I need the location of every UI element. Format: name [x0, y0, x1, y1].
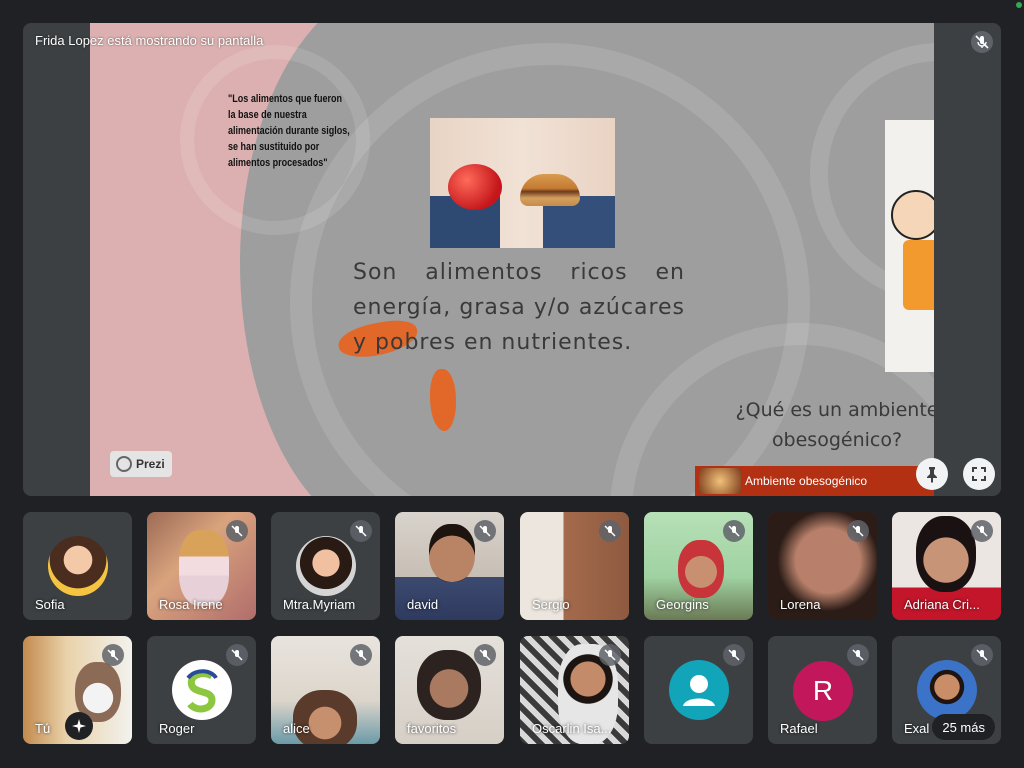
apple-vs-burger-photo — [430, 118, 615, 248]
mic-off-icon — [226, 520, 248, 542]
mic-off-icon — [847, 520, 869, 542]
participant-name: Rafael — [780, 721, 818, 736]
mic-off-icon — [599, 520, 621, 542]
avatar — [48, 536, 108, 596]
mic-off-icon — [599, 644, 621, 666]
participant-name: Rosa Irene — [159, 597, 223, 612]
letter-avatar: R — [793, 661, 853, 721]
participant-tile[interactable]: Lorena — [768, 512, 877, 620]
burger-image — [520, 174, 580, 206]
default-avatar-icon — [669, 660, 729, 720]
participant-name: Lorena — [780, 597, 821, 612]
participant-tile[interactable]: Mtra.Myriam — [271, 512, 380, 620]
participant-name: Exal — [904, 721, 930, 736]
slide-quote: "Los alimentos que fueron la base de nue… — [228, 93, 350, 169]
more-participants-tile[interactable]: Exal 25 más — [892, 636, 1001, 744]
prezi-logo-icon — [116, 456, 132, 472]
status-dot — [1016, 2, 1022, 8]
participant-tile[interactable]: Sofia — [23, 512, 132, 620]
participant-name: favoritos — [407, 721, 457, 736]
cartoon-image — [885, 120, 934, 372]
mic-off-icon — [350, 644, 372, 666]
participant-tile[interactable]: Adriana Cri... — [892, 512, 1001, 620]
mic-off-icon — [474, 520, 496, 542]
apple-image — [448, 164, 502, 210]
sparkle-icon — [72, 719, 86, 733]
participant-tile[interactable]: Roger — [147, 636, 256, 744]
avatar — [296, 536, 356, 596]
roger-logo-icon — [186, 669, 218, 713]
mic-off-icon — [474, 644, 496, 666]
slide-question: ¿Qué es un ambiente obesogénico? — [735, 399, 934, 451]
participant-tile[interactable] — [644, 636, 753, 744]
participant-name: Oscarlin Isa... — [532, 721, 612, 736]
fullscreen-button[interactable] — [963, 458, 995, 490]
participant-name: alice — [283, 721, 310, 736]
video-caption: Ambiente obesogénico — [745, 474, 868, 488]
pin-button[interactable] — [916, 458, 948, 490]
participant-tile[interactable]: R Rafael — [768, 636, 877, 744]
mic-off-icon — [723, 520, 745, 542]
prezi-badge[interactable]: Prezi — [110, 451, 172, 477]
mic-off-icon — [723, 644, 745, 666]
mic-off-icon — [971, 644, 993, 666]
screen-share-stage[interactable]: Frida Lopez está mostrando su pantalla "… — [23, 23, 1001, 496]
mic-off-icon — [971, 520, 993, 542]
avatar — [917, 660, 977, 720]
more-participants-button[interactable]: 25 más — [932, 714, 995, 740]
participant-name: Tú — [35, 721, 51, 736]
avatar — [172, 660, 232, 720]
pin-icon — [927, 467, 937, 483]
presenter-label: Frida Lopez está mostrando su pantalla — [35, 33, 264, 48]
participant-name: Mtra.Myriam — [283, 597, 356, 612]
participant-name: Sergio — [532, 597, 570, 612]
mic-off-icon — [847, 644, 869, 666]
fullscreen-icon — [972, 467, 986, 481]
participant-tile[interactable]: david — [395, 512, 504, 620]
self-tile[interactable]: Tú — [23, 636, 132, 744]
slide-body-text: Son alimentos ricos en energía, grasa y/… — [353, 260, 685, 355]
embedded-video[interactable]: Ambiente obesogénico — [695, 466, 934, 496]
mic-off-icon — [102, 644, 124, 666]
presenter-mute-icon — [971, 31, 993, 53]
effects-button[interactable] — [65, 712, 93, 740]
participant-name: Georgins — [656, 597, 709, 612]
participant-name: david — [407, 597, 439, 612]
participant-name: Sofia — [35, 597, 65, 612]
presentation-slide: "Los alimentos que fueron la base de nue… — [90, 23, 934, 496]
participant-tile[interactable]: Rosa Irene — [147, 512, 256, 620]
participant-tile[interactable]: Oscarlin Isa... — [520, 636, 629, 744]
mic-off-icon — [226, 644, 248, 666]
participant-tile[interactable]: alice — [271, 636, 380, 744]
mic-off-icon — [350, 520, 372, 542]
participant-name: Adriana Cri... — [904, 597, 980, 612]
participant-tile[interactable]: favoritos — [395, 636, 504, 744]
participant-name: Roger — [159, 721, 195, 736]
participant-tile[interactable]: Sergio — [520, 512, 629, 620]
participant-tile[interactable]: Georgins — [644, 512, 753, 620]
